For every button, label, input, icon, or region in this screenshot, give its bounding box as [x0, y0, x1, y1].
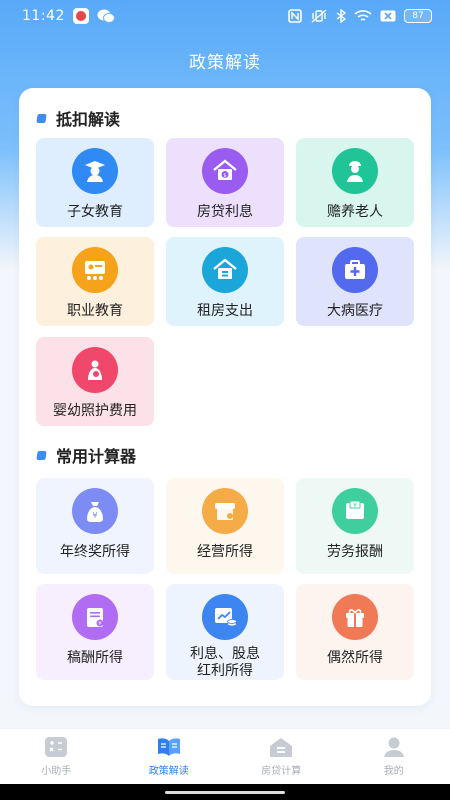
manuscript-icon: ¥	[72, 594, 118, 640]
content-card: 抵扣解读 子女教育 $ 房贷利息 赡养老人 职业教育 租房支出 大病医疗 婴幼照…	[19, 88, 431, 706]
deduction-item-label: 大病医疗	[327, 303, 383, 319]
status-bar: 11:42 87	[0, 0, 450, 32]
tab-label: 小助手	[41, 766, 72, 777]
person-icon	[383, 737, 404, 757]
calculator-item-labor-remuneration[interactable]: ¥ 劳务报酬	[296, 478, 414, 574]
tab-mortgage-calculator[interactable]: 房贷计算	[225, 729, 338, 784]
graduate-icon	[72, 148, 118, 194]
deduction-item-label: 婴幼照护费用	[53, 403, 137, 419]
tab-label: 房贷计算	[261, 766, 302, 777]
svg-text:¥: ¥	[353, 502, 357, 509]
medical-kit-icon	[332, 247, 378, 293]
gift-icon	[332, 594, 378, 640]
home-indicator[interactable]	[165, 791, 285, 794]
calculator-item-label: 利息、股息 红利所得	[190, 646, 260, 679]
calculator-icon	[45, 737, 68, 757]
deduction-item-child-education[interactable]: 子女教育	[36, 138, 154, 227]
book-icon	[157, 738, 180, 756]
tab-label: 我的	[383, 766, 404, 777]
section-marker-icon	[36, 113, 47, 123]
status-time: 11:42	[22, 8, 65, 24]
tab-assistant[interactable]: 小助手	[0, 729, 113, 784]
deduction-section-title: 抵扣解读	[56, 110, 121, 129]
deduction-item-elderly-support[interactable]: 赡养老人	[296, 138, 414, 227]
svg-text:$: $	[223, 173, 226, 179]
calculator-item-business-income[interactable]: 经营所得	[166, 478, 284, 574]
calculator-item-label: 经营所得	[197, 544, 253, 560]
deduction-item-rent-expense[interactable]: 租房支出	[166, 237, 284, 326]
vibrate-icon	[311, 9, 327, 23]
wallet-icon: ¥	[332, 488, 378, 534]
deduction-item-mortgage-interest[interactable]: $ 房贷利息	[166, 138, 284, 227]
svg-text:¥: ¥	[98, 621, 101, 627]
calculator-item-label: 劳务报酬	[327, 544, 383, 560]
deduction-item-serious-illness[interactable]: 大病医疗	[296, 237, 414, 326]
deduction-item-label: 房贷利息	[197, 204, 253, 220]
shop-icon	[202, 488, 248, 534]
infant-care-icon	[72, 347, 118, 393]
tab-policy-interpretation[interactable]: 政策解读	[113, 729, 226, 784]
calculator-item-label: 年终奖所得	[60, 544, 130, 560]
app-notification-icon	[72, 8, 89, 24]
calculator-item-incidental-income[interactable]: 偶然所得	[296, 584, 414, 680]
rent-house-icon	[202, 247, 248, 293]
system-navigation-bar	[0, 784, 450, 800]
money-bag-icon: ¥	[72, 488, 118, 534]
nfc-icon	[288, 9, 302, 23]
deduction-item-label: 职业教育	[67, 303, 123, 319]
calculator-section-title: 常用计算器	[56, 447, 137, 466]
deduction-item-vocational-education[interactable]: 职业教育	[36, 237, 154, 326]
calculator-item-interest-dividend[interactable]: 利息、股息 红利所得	[166, 584, 284, 680]
house-icon	[270, 738, 293, 757]
tab-label: 政策解读	[148, 766, 189, 777]
calculator-item-manuscript-fee[interactable]: ¥ 稿酬所得	[36, 584, 154, 680]
battery-indicator: 87	[404, 9, 432, 23]
deduction-item-label: 子女教育	[67, 204, 123, 220]
deduction-section-header: 抵扣解读	[36, 106, 121, 130]
calculator-item-year-end-bonus[interactable]: ¥ 年终奖所得	[36, 478, 154, 574]
wechat-icon	[97, 9, 115, 23]
calculator-item-label: 稿酬所得	[67, 650, 123, 666]
calculator-item-label: 偶然所得	[327, 650, 383, 666]
bottom-tab-bar: 小助手 政策解读 房贷计算 我的	[0, 728, 450, 784]
deduction-item-infant-care[interactable]: 婴幼照护费用	[36, 337, 154, 426]
house-loan-icon: $	[202, 148, 248, 194]
page-title: 政策解读	[189, 53, 261, 73]
sim-off-icon	[380, 10, 396, 22]
tab-mine[interactable]: 我的	[338, 729, 450, 784]
elderly-icon	[332, 148, 378, 194]
bluetooth-icon	[336, 9, 346, 23]
calculator-section-header: 常用计算器	[36, 443, 137, 467]
wifi-icon	[354, 10, 372, 21]
svg-text:¥: ¥	[92, 511, 97, 520]
dividend-chart-icon	[202, 594, 248, 640]
deduction-item-label: 租房支出	[197, 303, 253, 319]
deduction-item-label: 赡养老人	[327, 204, 383, 220]
classroom-icon	[72, 247, 118, 293]
section-marker-icon	[36, 450, 47, 460]
